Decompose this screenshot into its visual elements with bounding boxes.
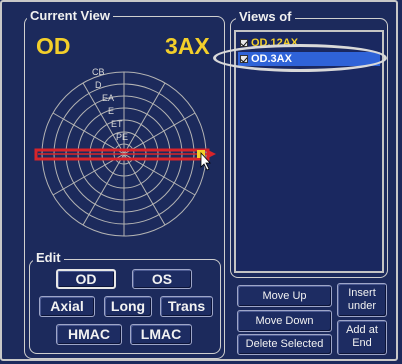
polar-grid[interactable]: CB D EA E ET PE (34, 64, 222, 250)
eye-label: OD (36, 33, 71, 59)
scan-type-label: 3AX (165, 33, 210, 59)
ring-label-pe: PE (116, 132, 128, 142)
hmac-button[interactable]: HMAC (56, 324, 122, 345)
edit-title: Edit (33, 251, 64, 265)
selection-highlight-ellipse (213, 44, 387, 72)
axial-button[interactable]: Axial (39, 296, 95, 317)
os-button[interactable]: OS (132, 269, 192, 289)
add-at-end-label-1: Add at (346, 324, 378, 336)
current-view-title: Current View (27, 9, 113, 23)
ring-label-et: ET (111, 119, 123, 129)
ophthalmic-scan-panel: Current View OD 3AX CB D EA E ET PE Edit… (0, 0, 402, 364)
ring-label-ea: EA (102, 93, 114, 103)
ring-label-d: D (95, 80, 102, 90)
add-at-end-button[interactable]: Add at End (337, 320, 387, 355)
long-button[interactable]: Long (104, 296, 152, 317)
lmac-button[interactable]: LMAC (130, 324, 192, 345)
add-at-end-label-2: End (352, 337, 372, 349)
ring-label-cb: CB (92, 67, 105, 77)
ring-label-e: E (108, 106, 114, 116)
trans-button[interactable]: Trans (160, 296, 213, 317)
scan-arrow-icon (208, 150, 216, 158)
insert-under-label-2: under (347, 300, 377, 312)
views-title: Views of (236, 10, 295, 24)
od-button[interactable]: OD (56, 269, 116, 289)
move-down-button[interactable]: Move Down (237, 310, 332, 332)
insert-under-label-1: Insert (348, 287, 376, 299)
move-up-button[interactable]: Move Up (237, 285, 332, 307)
delete-selected-button[interactable]: Delete Selected (237, 334, 332, 355)
checkbox-icon[interactable] (240, 39, 248, 47)
insert-under-button[interactable]: Insert under (337, 283, 387, 317)
